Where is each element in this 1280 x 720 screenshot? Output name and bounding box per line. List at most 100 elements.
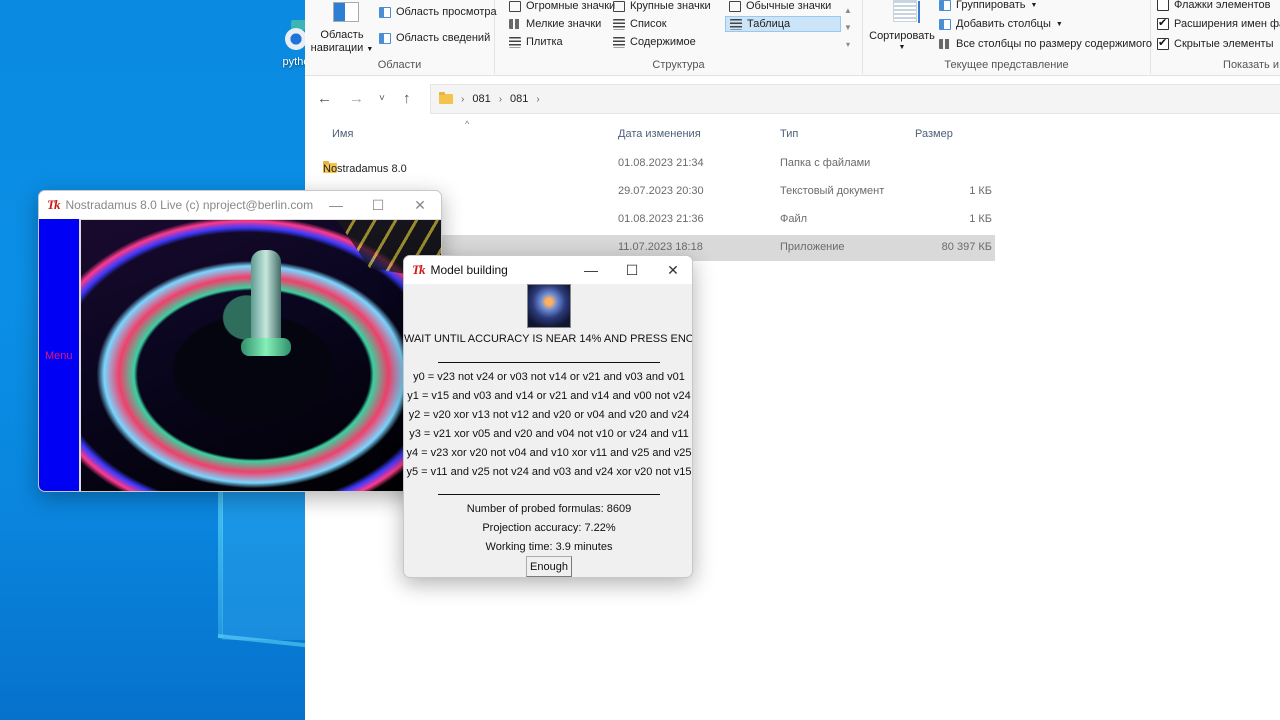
- minimize-button[interactable]: —: [570, 256, 612, 284]
- layout-item-label: Обычные значки: [746, 0, 832, 12]
- layout-list[interactable]: Список: [613, 18, 667, 30]
- chevron-right-icon: ›: [498, 93, 503, 105]
- column-header-type[interactable]: Тип: [780, 128, 798, 140]
- column-header-size[interactable]: Размер: [915, 128, 953, 140]
- close-button[interactable]: ✕: [652, 256, 692, 284]
- column-header-date[interactable]: Дата изменения: [618, 128, 701, 140]
- formula-line: y2 = v20 xor v13 not v12 and v20 or v04 …: [408, 409, 690, 421]
- brain-image: [527, 284, 571, 328]
- folder-icon: [439, 92, 453, 104]
- layout-item-label: Мелкие значки: [526, 18, 602, 30]
- item-checkboxes-toggle[interactable]: Флажки элементов: [1157, 0, 1270, 11]
- working-time: Working time: 3.9 minutes: [485, 541, 613, 553]
- monitor-icon: [509, 0, 521, 12]
- formula-line: y3 = v21 xor v05 and v20 and v04 not v10…: [409, 428, 689, 440]
- add-columns-button[interactable]: Добавить столбцы ▼: [939, 18, 1063, 30]
- size-columns-button[interactable]: Все столбцы по размеру содержимого: [939, 38, 1152, 50]
- desktop-wallpaper-glow: [222, 490, 307, 640]
- sort-label: Сортировать: [869, 30, 935, 42]
- layout-gallery-scroll[interactable]: ▲ ▼ ▾: [843, 2, 853, 53]
- details-pane-label: Область сведений: [396, 32, 491, 44]
- preview-pane-button[interactable]: Область просмотра: [379, 6, 497, 18]
- breadcrumb-item[interactable]: 081: [472, 93, 490, 105]
- layout-extra-large-icons[interactable]: Огромные значки: [509, 0, 615, 12]
- list-icon: [613, 18, 625, 30]
- layout-medium-icons[interactable]: Обычные значки: [729, 0, 831, 12]
- close-button[interactable]: ✕: [399, 191, 441, 219]
- group-by-icon: [939, 0, 951, 11]
- enough-button[interactable]: Enough: [526, 556, 572, 577]
- chevron-right-icon: ›: [461, 93, 465, 105]
- checkbox-label: Флажки элементов: [1174, 0, 1271, 11]
- layout-small-icons[interactable]: Мелкие значки: [509, 18, 601, 30]
- ribbon-group-show-hide: Флажки элементов Расширения имен фай Скр…: [1151, 0, 1280, 74]
- address-bar[interactable]: › 081 › 081 ›: [430, 84, 1280, 114]
- ribbon-group-layout: Огромные значки Мелкие значки Плитка Кру…: [495, 0, 863, 74]
- file-name: Nostradamus 8.0: [323, 163, 407, 175]
- dropdown-arrow-icon: ▼: [366, 46, 374, 53]
- recent-locations-button[interactable]: ˅: [379, 93, 385, 104]
- divider: [438, 362, 660, 363]
- navigation-pane-button[interactable]: Область навигации ▼: [309, 0, 375, 56]
- projection-accuracy: Projection accuracy: 7.22%: [482, 522, 616, 534]
- menu-sidebar[interactable]: Menu: [39, 219, 79, 491]
- dropdown-arrow-icon: ▼: [1055, 20, 1063, 28]
- preview-pane-label: Область просмотра: [396, 6, 497, 18]
- address-bar-row: ← → ˅ ↑ › 081 › 081 ›: [305, 80, 1280, 118]
- checkbox-label: Расширения имен фай: [1174, 18, 1280, 30]
- formula-line: y5 = v11 and v25 not v24 and v03 and v24…: [406, 466, 692, 478]
- layout-content[interactable]: Содержимое: [613, 36, 696, 48]
- breadcrumb-item[interactable]: 081: [510, 93, 528, 105]
- checkbox-label: Скрытые элементы: [1174, 38, 1274, 50]
- probed-formulas-count: Number of probed formulas: 8609: [466, 503, 632, 515]
- menu-label[interactable]: Menu: [45, 350, 73, 362]
- dropdown-arrow-icon: ▼: [898, 44, 906, 51]
- content-icon: [613, 36, 625, 48]
- desktop-wallpaper-beam: [218, 488, 223, 638]
- tk-feather-icon: Tk: [412, 262, 425, 277]
- monitor-icon: [729, 0, 741, 12]
- file-row[interactable]: Nostradamus 8.0 01.08.2023 21:34 Папка с…: [315, 151, 995, 177]
- file-extensions-toggle[interactable]: Расширения имен фай: [1157, 16, 1280, 30]
- details-pane-button[interactable]: Область сведений: [379, 32, 490, 44]
- layout-details[interactable]: Таблица: [725, 16, 842, 32]
- title-bar[interactable]: Tk Nostradamus 8.0 Live (c) nproject@ber…: [39, 191, 441, 219]
- file-type: Папка с файлами: [780, 157, 871, 169]
- chevron-right-icon: ›: [536, 93, 540, 105]
- ribbon-group-current-view: Сортировать ▼ Группировать ▼ Добавить сто…: [863, 0, 1152, 74]
- formula-line: y0 = v23 not v24 or v03 not v14 or v21 a…: [413, 371, 685, 383]
- back-button[interactable]: ←: [317, 90, 332, 107]
- ribbon-group-label: Области: [377, 59, 422, 71]
- layout-item-label: Таблица: [747, 18, 791, 30]
- details-icon: [730, 18, 742, 30]
- navigation-pane-label: Область: [320, 29, 364, 41]
- formula-line: y1 = v15 and v03 and v14 or v21 and v14 …: [407, 390, 691, 402]
- column-header-name[interactable]: Имя: [332, 128, 353, 140]
- file-date: 29.07.2023 20:30: [618, 185, 704, 197]
- layout-large-icons[interactable]: Крупные значки: [613, 0, 711, 12]
- checkbox-unchecked-icon: [1157, 0, 1169, 11]
- preview-pane-icon: [379, 6, 391, 18]
- roulette-turret-graphic: [241, 250, 291, 356]
- layout-tiles[interactable]: Плитка: [509, 36, 563, 48]
- forward-button[interactable]: →: [349, 90, 364, 107]
- file-type: Текстовый документ: [780, 185, 885, 197]
- file-size: 80 397 КБ: [941, 241, 992, 253]
- monitor-icon: [613, 0, 625, 12]
- ribbon-group-panes: Область навигации ▼ Область просмотра Об…: [305, 0, 497, 74]
- sort-icon: [893, 0, 920, 23]
- hidden-items-toggle[interactable]: Скрытые элементы: [1157, 36, 1274, 50]
- maximize-button[interactable]: ☐: [357, 191, 399, 219]
- group-by-button[interactable]: Группировать ▼: [939, 0, 1037, 11]
- minimize-button[interactable]: —: [315, 191, 357, 219]
- title-bar[interactable]: Tk Model building — ☐ ✕: [404, 256, 692, 284]
- ribbon-group-label: Показать и: [1223, 59, 1279, 71]
- sort-button[interactable]: Сортировать ▼: [867, 0, 937, 56]
- up-button[interactable]: ↑: [403, 90, 411, 107]
- group-by-label: Группировать: [956, 0, 1026, 11]
- maximize-button[interactable]: ☐: [611, 256, 653, 284]
- details-pane-icon: [379, 32, 391, 44]
- layout-item-label: Плитка: [526, 36, 563, 48]
- small-icons-icon: [509, 19, 521, 29]
- model-building-window: Tk Model building — ☐ ✕ WAIT UNTIL ACCUR…: [403, 255, 693, 578]
